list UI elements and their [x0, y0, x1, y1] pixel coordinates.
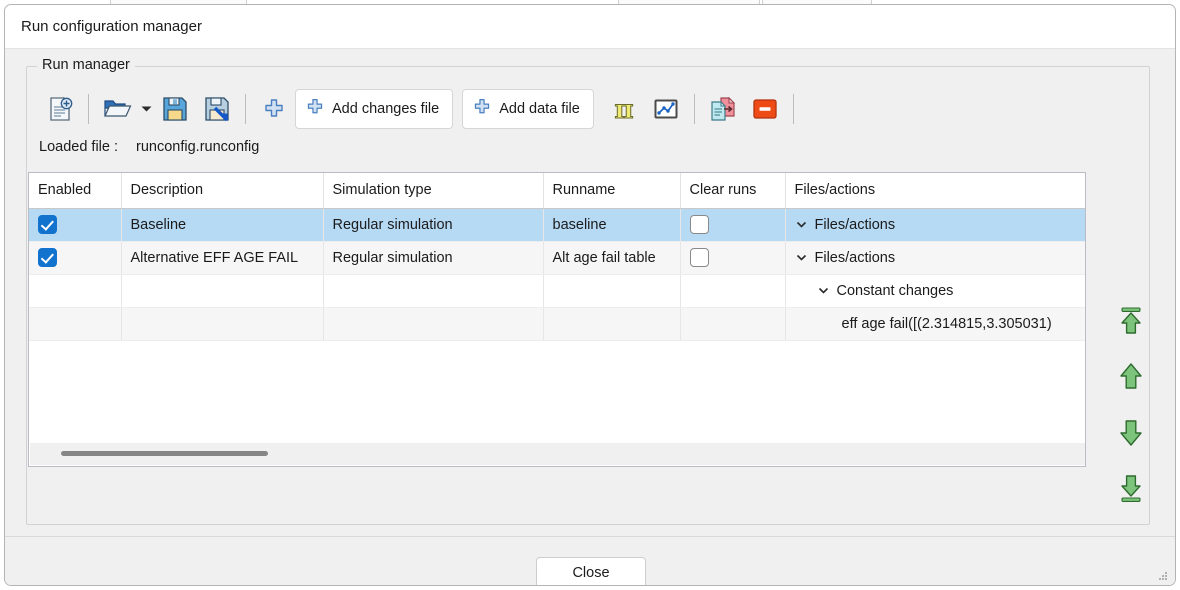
cell-runname[interactable]: Alt age fail table	[543, 241, 680, 274]
column-header-clear-runs[interactable]: Clear runs	[680, 173, 785, 208]
loaded-file-label: Loaded file :	[39, 139, 118, 155]
move-up-button[interactable]	[1111, 359, 1151, 395]
files-actions-label: Files/actions	[815, 250, 896, 266]
toolbar-separator	[245, 94, 246, 124]
open-config-icon[interactable]	[96, 87, 138, 131]
run-config-table: Enabled Description Simulation type Runn…	[28, 172, 1086, 467]
table-row[interactable]: Constant changes	[29, 274, 1085, 307]
cell-files-actions[interactable]: Files/actions	[785, 241, 1085, 274]
scrollbar-thumb[interactable]	[61, 451, 268, 456]
enabled-checkbox[interactable]	[38, 248, 57, 267]
toolbar-separator	[793, 94, 794, 124]
loaded-file-row: Loaded file : runconfig.runconfig	[39, 139, 259, 155]
cell-clear-runs[interactable]	[680, 241, 785, 274]
cell-enabled	[29, 274, 121, 307]
cell-description[interactable]: Baseline	[121, 208, 323, 241]
add-changes-file-label: Add changes file	[332, 101, 439, 117]
dialog-body: Run manager	[5, 49, 1175, 586]
column-header-description[interactable]: Description	[121, 173, 323, 208]
add-run-icon[interactable]	[253, 87, 295, 131]
cell-runname	[543, 307, 680, 340]
cell-simulation-type	[323, 307, 543, 340]
chevron-down-icon[interactable]	[795, 251, 808, 264]
cell-simulation-type[interactable]: Regular simulation	[323, 208, 543, 241]
cell-enabled[interactable]	[29, 208, 121, 241]
plus-icon	[473, 98, 491, 120]
dialog-title: Run configuration manager	[21, 18, 202, 35]
add-data-file-label: Add data file	[499, 101, 580, 117]
constant-changes-icon[interactable]: π	[603, 87, 645, 131]
add-changes-file-button[interactable]: Add changes file	[295, 89, 453, 129]
move-to-bottom-button[interactable]	[1111, 469, 1151, 505]
clear-runs-checkbox[interactable]	[690, 215, 709, 234]
toolbar-separator	[694, 94, 695, 124]
cell-runname[interactable]: baseline	[543, 208, 680, 241]
cell-simulation-type	[323, 274, 543, 307]
files-actions-label: Files/actions	[815, 217, 896, 233]
run-manager-groupbox: Run manager	[26, 66, 1150, 525]
save-as-icon[interactable]	[196, 87, 238, 131]
clear-runs-checkbox[interactable]	[690, 248, 709, 267]
constant-change-value-label: eff age fail([(2.314815,3.305031)	[842, 316, 1052, 332]
add-data-file-button[interactable]: Add data file	[462, 89, 594, 129]
column-header-enabled[interactable]: Enabled	[29, 173, 121, 208]
cell-clear-runs[interactable]	[680, 208, 785, 241]
table-row[interactable]: eff age fail([(2.314815,3.305031)	[29, 307, 1085, 340]
cell-enabled[interactable]	[29, 241, 121, 274]
cell-description	[121, 274, 323, 307]
footer-divider	[5, 536, 1175, 537]
table-row[interactable]: Baseline Regular simulation baseline	[29, 208, 1085, 241]
move-to-top-button[interactable]	[1111, 304, 1151, 340]
cell-clear-runs	[680, 307, 785, 340]
move-down-button[interactable]	[1111, 414, 1151, 450]
plus-icon	[306, 98, 324, 120]
chevron-down-icon[interactable]	[817, 284, 830, 297]
new-config-icon[interactable]	[39, 87, 81, 131]
cell-simulation-type[interactable]: Regular simulation	[323, 241, 543, 274]
run-manager-groupbox-label: Run manager	[37, 57, 135, 73]
cell-runname	[543, 274, 680, 307]
run-manager-toolbar: Add changes file Add data file π	[39, 85, 801, 133]
toolbar-separator	[88, 94, 89, 124]
cell-files-actions[interactable]: Constant changes	[785, 274, 1085, 307]
save-icon[interactable]	[154, 87, 196, 131]
copy-run-icon[interactable]	[702, 87, 744, 131]
table-horizontal-scrollbar[interactable]	[30, 442, 1086, 465]
resize-grip[interactable]	[1156, 569, 1170, 583]
cell-files-actions[interactable]: Files/actions	[785, 208, 1085, 241]
cell-enabled	[29, 307, 121, 340]
dialog-titlebar: Run configuration manager	[5, 5, 1175, 49]
svg-text:π: π	[614, 95, 633, 124]
chevron-down-icon[interactable]	[795, 218, 808, 231]
column-header-runname[interactable]: Runname	[543, 173, 680, 208]
cell-description	[121, 307, 323, 340]
table-row[interactable]: Alternative EFF AGE FAIL Regular simulat…	[29, 241, 1085, 274]
cell-description[interactable]: Alternative EFF AGE FAIL	[121, 241, 323, 274]
close-button[interactable]: Close	[536, 557, 646, 586]
run-configuration-manager-dialog: Run configuration manager Run manager	[4, 4, 1176, 586]
table-changes-icon[interactable]	[645, 87, 687, 131]
loaded-file-value: runconfig.runconfig	[136, 139, 259, 155]
cell-clear-runs	[680, 274, 785, 307]
open-dropdown-caret-icon[interactable]	[138, 87, 154, 131]
remove-run-icon[interactable]	[744, 87, 786, 131]
cell-files-actions[interactable]: eff age fail([(2.314815,3.305031)	[785, 307, 1085, 340]
column-header-files-actions[interactable]: Files/actions	[785, 173, 1085, 208]
enabled-checkbox[interactable]	[38, 215, 57, 234]
reorder-button-group	[1103, 304, 1159, 505]
column-header-simulation-type[interactable]: Simulation type	[323, 173, 543, 208]
table-header-row: Enabled Description Simulation type Runn…	[29, 173, 1085, 208]
constant-changes-label: Constant changes	[837, 283, 954, 299]
